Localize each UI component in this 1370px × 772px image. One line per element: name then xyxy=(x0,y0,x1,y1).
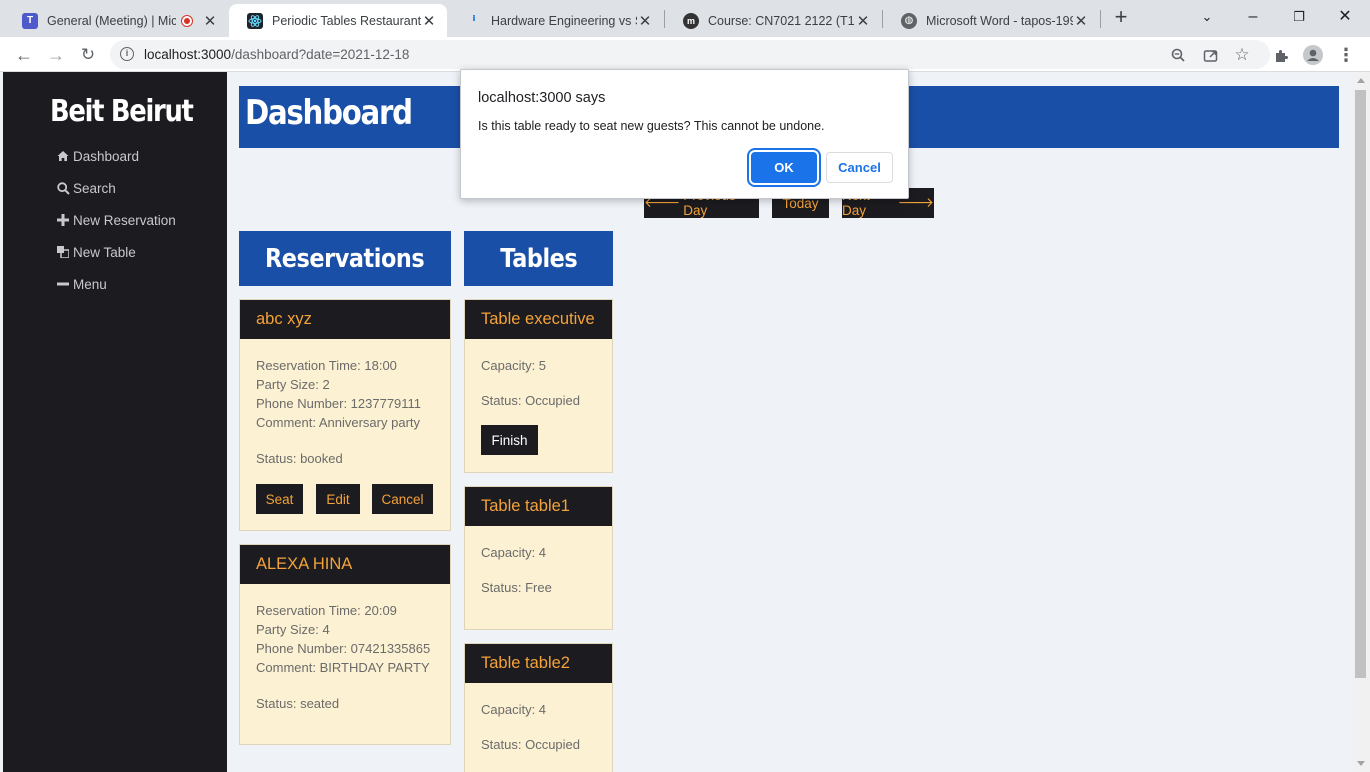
page-title: Dashboard xyxy=(245,93,413,133)
url-text: localhost:3000/dashboard?date=2021-12-18 xyxy=(144,47,410,62)
table-name: Table table2 xyxy=(465,644,612,683)
minus-icon xyxy=(56,278,70,290)
recording-icon xyxy=(182,15,192,26)
reservation-comment: Comment: BIRTHDAY PARTY xyxy=(256,660,430,675)
scroll-down-icon[interactable] xyxy=(1357,761,1365,766)
reservation-phone: Phone Number: 07421335865 xyxy=(256,641,431,656)
restore-icon[interactable]: ❐ xyxy=(1276,4,1322,30)
forward-arrow-icon[interactable]: → xyxy=(44,43,68,67)
cancel-reservation-button[interactable]: Cancel xyxy=(372,484,433,514)
sidebar-item-search[interactable]: Search xyxy=(56,179,116,197)
reservation-phone: Phone Number: 1237779111 xyxy=(256,396,422,411)
info-favicon-icon: ⁱ xyxy=(472,12,476,30)
table-card: Table table1 Capacity: 4 Status: Free xyxy=(464,486,613,630)
table-capacity: Capacity: 4 xyxy=(481,545,547,560)
table-card: Table executive Capacity: 5 Status: Occu… xyxy=(464,299,613,473)
scrollbar-thumb[interactable] xyxy=(1355,90,1366,678)
reservation-card: ALEXA HINA Reservation Time: 20:09 Party… xyxy=(239,544,451,745)
reservation-status: Status: booked xyxy=(256,451,343,466)
scroll-up-icon[interactable] xyxy=(1357,78,1365,83)
close-tab-icon[interactable]: ✕ xyxy=(1073,12,1089,30)
finish-button[interactable]: Finish xyxy=(481,425,538,455)
sidebar-item-dashboard[interactable]: Dashboard xyxy=(56,147,139,165)
table-name: Table executive xyxy=(465,300,612,339)
reservations-heading: Reservations xyxy=(239,231,451,286)
close-tab-icon[interactable]: ✕ xyxy=(637,12,653,30)
browser-toolbar: ← → ↻ i localhost:3000/dashboard?date=20… xyxy=(0,37,1370,72)
browser-tab-hardware[interactable]: ⁱ Hardware Engineering vs Soft ✕ xyxy=(448,4,663,37)
tab-search-chevron-icon[interactable]: ⌄ xyxy=(1184,4,1230,30)
reservation-comment: Comment: Anniversary party xyxy=(256,415,421,430)
dialog-title: localhost:3000 says xyxy=(478,90,606,106)
bookmark-star-icon[interactable]: ☆ xyxy=(1230,43,1254,67)
table-icon xyxy=(56,246,70,258)
table-capacity: Capacity: 5 xyxy=(481,358,547,373)
table-status: Status: Free xyxy=(481,580,552,595)
site-info-icon[interactable]: i xyxy=(120,47,134,61)
reservation-time: Reservation Time: 20:09 xyxy=(256,603,397,618)
profile-avatar-icon[interactable] xyxy=(1301,43,1325,67)
sidebar-item-menu[interactable]: Menu xyxy=(56,275,107,293)
moodle-icon: m xyxy=(683,12,699,29)
close-tab-icon[interactable]: ✕ xyxy=(202,12,218,30)
brand-title[interactable]: Beit Beirut xyxy=(50,94,194,129)
reservation-name: ALEXA HINA xyxy=(240,545,450,584)
new-tab-icon[interactable]: + xyxy=(1110,6,1132,29)
sidebar-item-new-reservation[interactable]: New Reservation xyxy=(56,211,176,229)
close-tab-icon[interactable]: ✕ xyxy=(421,12,437,30)
table-capacity: Capacity: 4 xyxy=(481,702,547,717)
reservation-name: abc xyz xyxy=(240,300,450,339)
table-name: Table table1 xyxy=(465,487,612,526)
reload-icon[interactable]: ↻ xyxy=(76,43,100,67)
react-icon xyxy=(247,12,263,29)
address-bar[interactable]: i localhost:3000/dashboard?date=2021-12-… xyxy=(110,40,1270,69)
dialog-cancel-button[interactable]: Cancel xyxy=(826,152,893,183)
reservation-time: Reservation Time: 18:00 xyxy=(256,358,397,373)
search-icon xyxy=(56,181,70,195)
dialog-message: Is this table ready to seat new guests? … xyxy=(478,119,825,133)
minimize-icon[interactable]: – xyxy=(1230,4,1276,30)
table-status: Status: Occupied xyxy=(481,737,580,752)
tab-separator xyxy=(1100,10,1101,28)
browser-tab-periodic-tables[interactable]: Periodic Tables Restaurant Re ✕ xyxy=(229,4,447,37)
back-arrow-icon[interactable]: ← xyxy=(12,43,36,67)
browser-tab-course[interactable]: m Course: CN7021 2122 (T1) Ac ✕ xyxy=(665,4,881,37)
browser-tab-teams[interactable]: T General (Meeting) | Micro ✕ xyxy=(4,4,228,37)
reservation-card: abc xyz Reservation Time: 18:00 Party Si… xyxy=(239,299,451,531)
plus-icon xyxy=(56,214,70,226)
seat-button[interactable]: Seat xyxy=(256,484,303,514)
edit-button[interactable]: Edit xyxy=(316,484,360,514)
extensions-puzzle-icon[interactable] xyxy=(1269,43,1293,67)
confirm-dialog: localhost:3000 says Is this table ready … xyxy=(460,69,909,199)
teams-icon: T xyxy=(22,12,38,29)
kebab-menu-icon[interactable]: ⋮ xyxy=(1334,43,1358,67)
browser-tab-word[interactable]: ◍ Microsoft Word - tapos-1996 ✕ xyxy=(883,4,1099,37)
reservation-party-size: Party Size: 2 xyxy=(256,377,330,392)
page-scrollbar[interactable] xyxy=(1352,72,1370,772)
sidebar-item-new-table[interactable]: New Table xyxy=(56,243,136,261)
close-tab-icon[interactable]: ✕ xyxy=(855,12,871,30)
sidebar: Beit Beirut Dashboard Search New Reserva… xyxy=(3,72,227,772)
close-window-icon[interactable]: ✕ xyxy=(1322,4,1368,30)
reservation-party-size: Party Size: 4 xyxy=(256,622,330,637)
home-icon xyxy=(56,150,70,162)
tables-heading: Tables xyxy=(464,231,613,286)
table-card: Table table2 Capacity: 4 Status: Occupie… xyxy=(464,643,613,772)
dialog-ok-button[interactable]: OK xyxy=(751,152,817,183)
zoom-icon[interactable] xyxy=(1166,43,1190,67)
share-icon[interactable] xyxy=(1198,43,1222,67)
reservation-status: Status: seated xyxy=(256,696,340,711)
table-status: Status: Occupied xyxy=(481,393,580,408)
globe-icon: ◍ xyxy=(901,12,917,29)
browser-tabstrip: T General (Meeting) | Micro ✕ Periodic T… xyxy=(0,0,1370,37)
